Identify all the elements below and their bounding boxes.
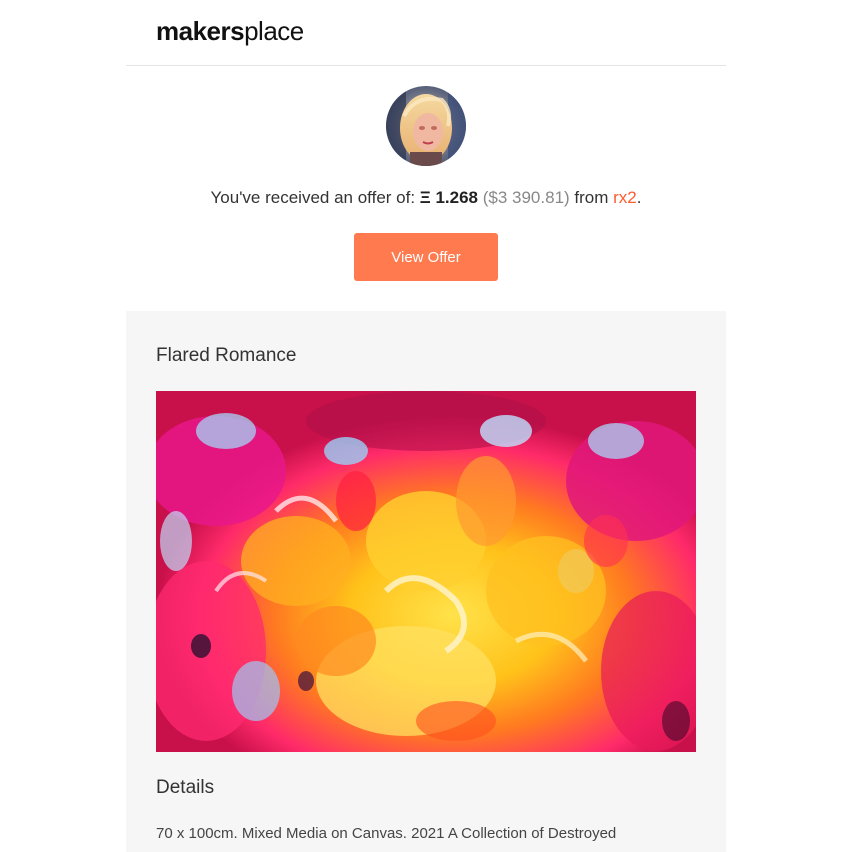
details-text: 70 x 100cm. Mixed Media on Canvas. 2021 … <box>156 825 617 842</box>
artwork-card: Flared Romance Details 70 x 100cm. Mixed… <box>126 311 726 852</box>
artwork-image[interactable] <box>156 391 696 752</box>
offer-prefix: You've received an offer of: <box>210 188 420 207</box>
logo-light-text: place <box>244 16 304 46</box>
artwork-title[interactable]: Flared Romance <box>156 345 296 367</box>
logo-bold-text: makers <box>156 16 245 46</box>
avatar-portrait-image <box>386 86 466 166</box>
offer-amount: Ξ 1.268 <box>419 188 478 207</box>
makersplace-logo[interactable]: makersplace <box>156 16 304 47</box>
email-page: makersplace You've received an offer of:… <box>0 0 852 852</box>
artwork-painting <box>156 391 696 752</box>
offer-message: You've received an offer of: Ξ 1.268 ($3… <box>0 188 852 208</box>
offer-suffix: . <box>636 188 642 207</box>
offer-from: from <box>569 188 614 207</box>
details-heading: Details <box>156 777 215 798</box>
offer-usd: ($3 390.81) <box>482 188 570 207</box>
avatar[interactable] <box>386 86 466 166</box>
view-offer-button[interactable]: View Offer <box>354 233 498 281</box>
header: makersplace <box>126 0 726 66</box>
offer-user-link[interactable]: rx2 <box>613 188 637 207</box>
